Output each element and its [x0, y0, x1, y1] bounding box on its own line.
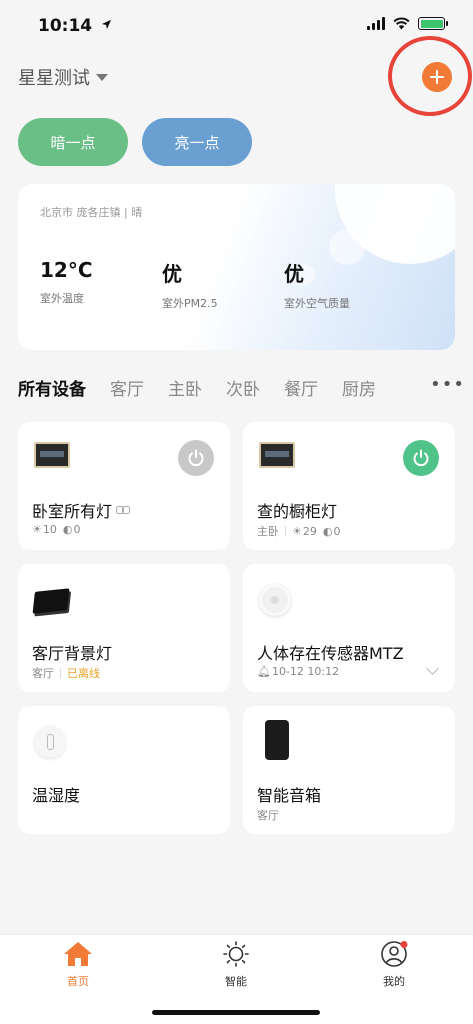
room-tabs: 所有设备 客厅 主卧 次卧 餐厅 厨房: [18, 372, 455, 402]
cloud-decoration: [352, 232, 360, 240]
status-bar: 10:14: [0, 0, 473, 48]
brightness-icon: ☀: [32, 523, 42, 536]
tab-master-bedroom[interactable]: 主卧: [168, 375, 202, 400]
speaker-image: [259, 720, 289, 760]
color-temp-value: 0: [333, 524, 341, 538]
tab-dining-room[interactable]: 餐厅: [284, 375, 318, 400]
power-toggle-button[interactable]: [178, 440, 214, 476]
device-room: 主卧: [257, 525, 279, 538]
home-selector[interactable]: 星星测试: [18, 64, 108, 90]
scene-brighten-button[interactable]: 亮一点: [142, 118, 252, 166]
tab-smart[interactable]: 智能: [196, 941, 276, 989]
tab-kitchen[interactable]: 厨房: [342, 375, 376, 400]
device-status: 客厅 已离线: [32, 665, 100, 681]
device-name: 人体存在传感器MTZ: [257, 644, 404, 663]
device-room: 客厅: [257, 809, 279, 822]
scene-dim-button[interactable]: 暗一点: [18, 118, 128, 166]
location-arrow-icon: [101, 19, 112, 30]
device-card-thermo-hygrometer[interactable]: 温湿度: [18, 706, 230, 834]
pm25-label: 室外PM2.5: [162, 297, 218, 310]
tab-smart-label: 智能: [225, 975, 247, 988]
status-time-text: 10:14: [38, 16, 93, 36]
tab-second-bedroom[interactable]: 次卧: [226, 375, 260, 400]
temperature-label: 室外温度: [40, 292, 84, 305]
weather-card[interactable]: 北京市 庞各庄镇 | 晴 12°C 室外温度 优 室外PM2.5 优 室外空气质…: [18, 184, 455, 350]
status-indicators: [367, 17, 448, 30]
tab-home[interactable]: 首页: [38, 941, 118, 989]
weather-temperature: 12°C 室外温度: [40, 258, 93, 306]
group-link-icon: [116, 506, 131, 514]
device-name-text: 卧室所有灯: [32, 502, 113, 521]
notification-dot: [400, 941, 408, 948]
device-card-presence-sensor[interactable]: 人体存在传感器MTZ 🔔︎ 10-12 10:12: [243, 564, 455, 692]
device-card-cabinet-light[interactable]: 查的橱柜灯 主卧 ☀ 29 ◐ 0: [243, 422, 455, 550]
device-name: 卧室所有灯: [32, 498, 131, 522]
battery-charging-icon: [418, 17, 448, 30]
weather-pm25: 优 室外PM2.5: [162, 258, 218, 311]
device-name: 温湿度: [32, 786, 81, 805]
tab-profile[interactable]: 我的: [354, 941, 434, 989]
home-indicator[interactable]: [152, 1010, 320, 1015]
device-card-bedroom-lights[interactable]: 卧室所有灯 ☀ 10 ◐ 0: [18, 422, 230, 550]
tab-all-devices[interactable]: 所有设备: [18, 375, 86, 400]
device-card-living-room-light[interactable]: 客厅背景灯 客厅 已离线: [18, 564, 230, 692]
sensor-image: [259, 584, 291, 616]
device-room: 客厅: [32, 667, 54, 680]
thermometer-image: [34, 726, 66, 758]
brightness-icon: ☀: [292, 524, 302, 538]
brightness-value: 10: [42, 523, 57, 536]
wifi-icon: [393, 17, 410, 30]
air-quality-value: 优: [284, 262, 304, 286]
tab-living-room[interactable]: 客厅: [110, 375, 144, 400]
brightness-value: 29: [302, 524, 317, 538]
weather-location: 北京市 庞各庄镇 | 晴: [40, 206, 143, 219]
tab-home-label: 首页: [67, 975, 89, 988]
more-rooms-button[interactable]: •••: [422, 374, 465, 395]
air-quality-label: 室外空气质量: [284, 297, 350, 310]
device-status: 主卧 ☀ 29 ◐ 0: [257, 523, 340, 539]
pm25-value: 优: [162, 262, 182, 286]
last-event-time: 10-12 10:12: [271, 665, 340, 678]
offline-status: 已离线: [67, 667, 100, 680]
device-name: 查的橱柜灯: [257, 502, 338, 521]
chevron-down-icon: [96, 73, 108, 81]
color-temp-value: 0: [73, 523, 81, 536]
sun-icon: [223, 941, 249, 967]
power-toggle-button[interactable]: [403, 440, 439, 476]
home-name: 星星测试: [18, 68, 90, 89]
device-name: 智能音箱: [257, 786, 322, 805]
home-icon: [64, 942, 92, 966]
power-icon: [188, 449, 204, 467]
status-time: 10:14: [38, 16, 112, 36]
tab-profile-label: 我的: [383, 975, 405, 988]
temperature-value: 12°C: [40, 258, 93, 282]
power-icon: [413, 449, 429, 467]
light-strip-image: [259, 442, 295, 468]
controller-box-image: [32, 584, 70, 614]
cellular-signal-icon: [367, 17, 385, 30]
device-status: ☀ 10 ◐ 0: [32, 523, 80, 536]
add-device-button[interactable]: [422, 62, 452, 92]
bell-icon: 🔔︎: [257, 665, 271, 678]
color-temp-icon: ◐: [62, 523, 73, 536]
color-temp-icon: ◐: [322, 524, 333, 538]
device-name: 客厅背景灯: [32, 644, 113, 663]
weather-air-quality: 优 室外空气质量: [284, 258, 350, 311]
device-status: 客厅: [257, 807, 279, 823]
device-card-smart-speaker[interactable]: 智能音箱 客厅: [243, 706, 455, 834]
profile-icon: [381, 941, 408, 967]
chevron-down-icon[interactable]: [426, 662, 439, 675]
light-strip-image: [34, 442, 70, 468]
device-status: 🔔︎ 10-12 10:12: [257, 665, 339, 678]
